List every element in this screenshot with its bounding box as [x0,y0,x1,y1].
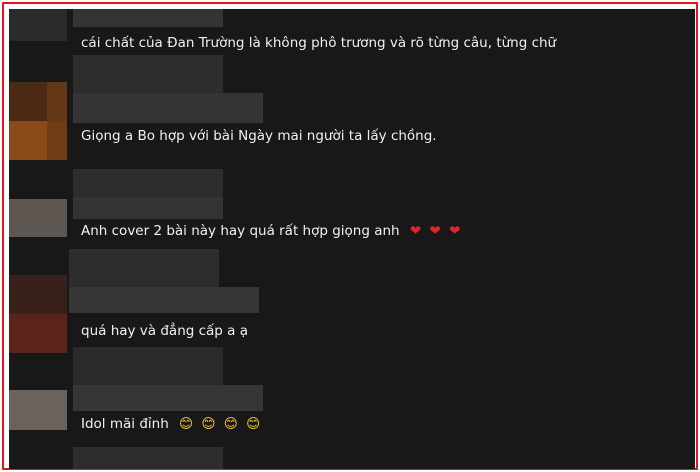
smiling-face-icon: 😊 [201,416,216,432]
screenshot-frame: cái chất của Đan Trường là không phô trư… [2,2,698,470]
username-pixelated[interactable] [73,169,223,197]
comment-text: cái chất của Đan Trường là không phô trư… [81,35,557,51]
smiling-face-icon: 😊 [179,416,194,432]
avatar-pixelated[interactable] [9,275,67,353]
heart-icon: ❤ [449,223,461,239]
avatar-pixelated[interactable] [9,199,67,237]
username-pixelated[interactable] [73,9,223,27]
smiling-face-icon: 😊 [223,416,238,432]
timestamp-pixelated [73,93,263,123]
smiling-face-icon: 😊 [246,416,261,432]
timestamp-pixelated [69,287,259,313]
comment-text: Idol mãi đỉnh 😊 😊 😊 😊 [81,415,260,433]
avatar-pixelated[interactable] [9,390,67,430]
comments-panel: cái chất của Đan Trường là không phô trư… [9,9,695,469]
heart-icon: ❤ [429,223,441,239]
heart-icon: ❤ [409,223,422,239]
comment-body: Anh cover 2 bài này hay quá rất hợp giọn… [81,223,400,239]
username-pixelated[interactable] [73,55,223,93]
username-pixelated[interactable] [73,347,223,385]
username-pixelated[interactable] [73,447,223,469]
timestamp-pixelated [73,197,223,219]
comment-text: quá hay và đẳng cấp a ạ [81,323,249,339]
avatar-pixelated[interactable] [9,82,67,160]
comment-body: Idol mãi đỉnh [81,416,169,432]
comment-text: Anh cover 2 bài này hay quá rất hợp giọn… [81,222,460,240]
timestamp-pixelated [73,385,263,411]
username-pixelated[interactable] [69,249,219,287]
comment-text: Giọng a Bo hợp với bài Ngày mai người ta… [81,128,437,144]
avatar-pixelated[interactable] [9,9,67,41]
